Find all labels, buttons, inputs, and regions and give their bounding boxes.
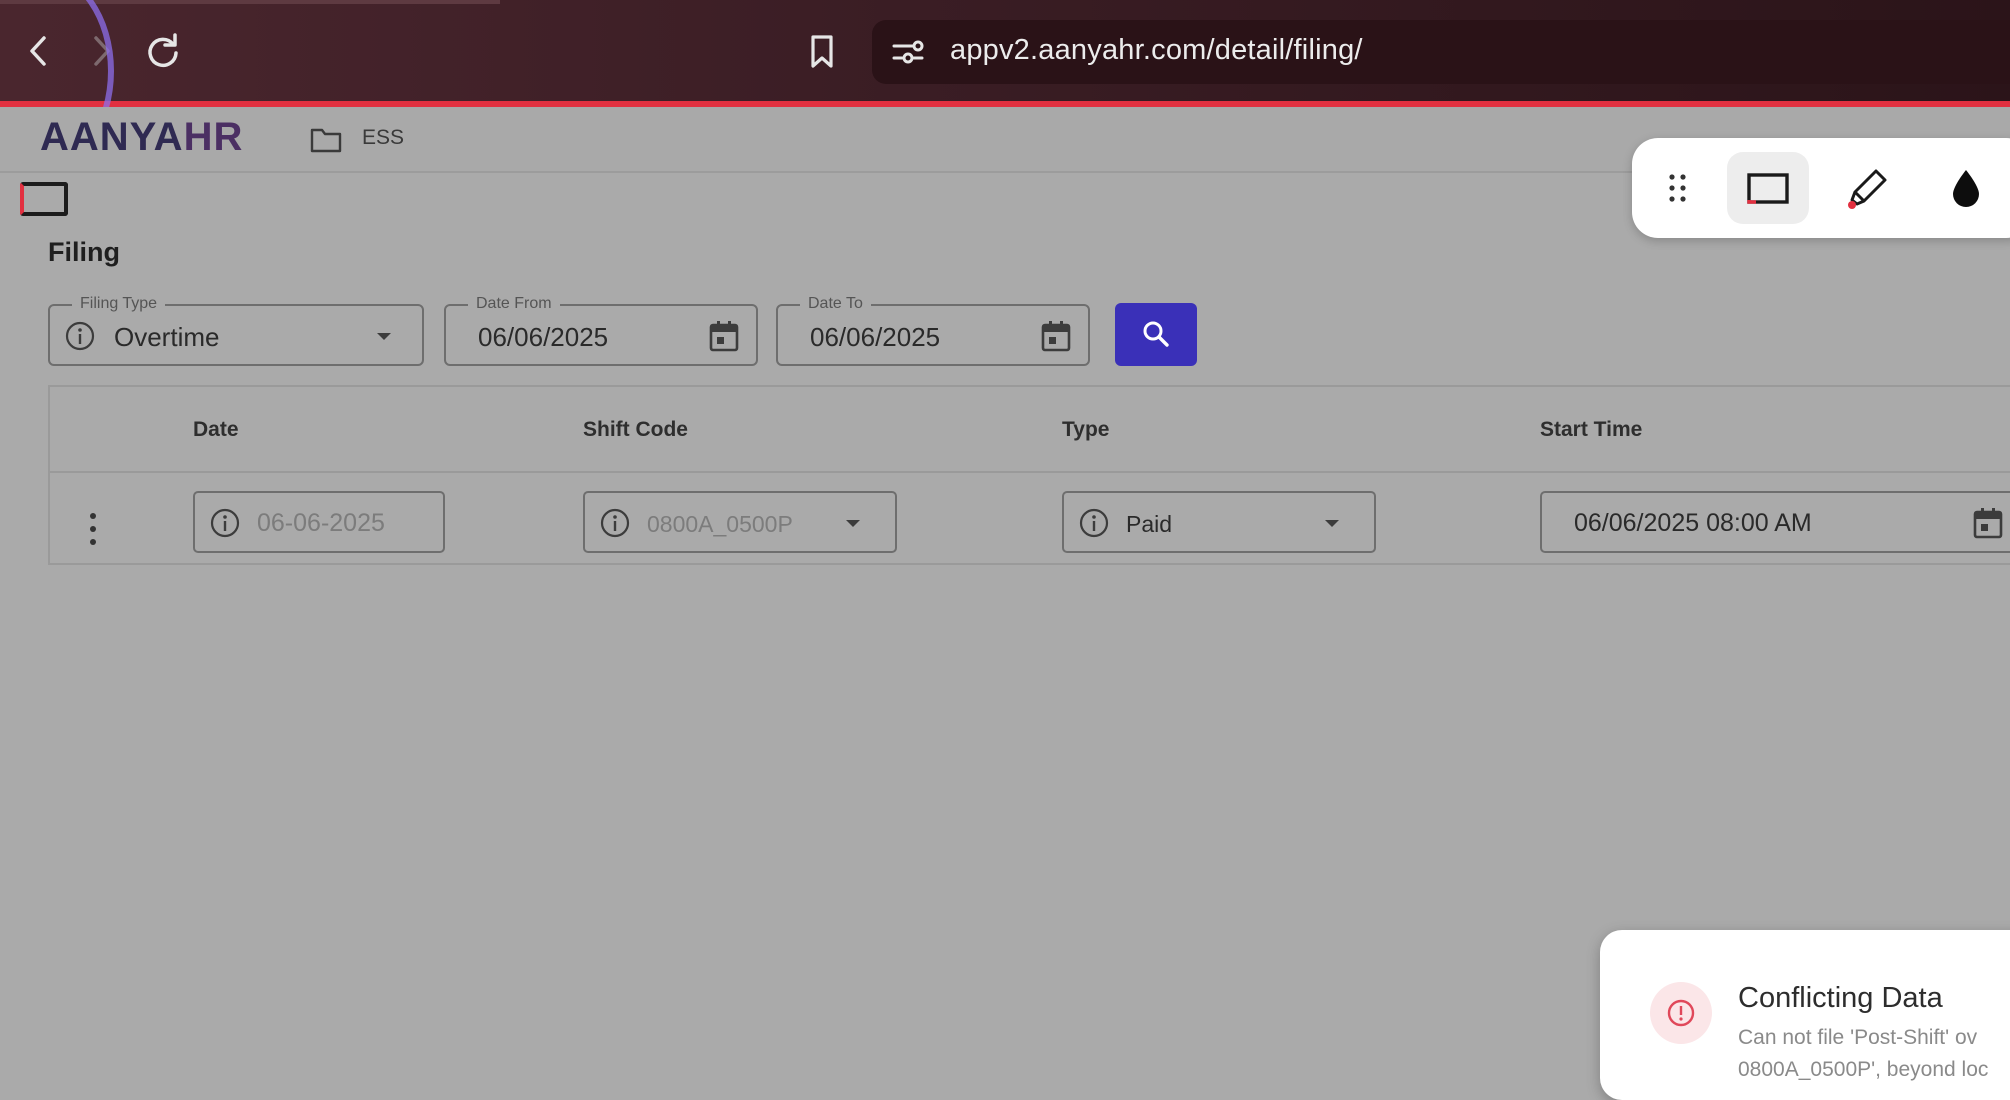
reload-button[interactable] [138, 26, 188, 76]
calendar-icon[interactable] [1972, 506, 2004, 540]
rectangle-icon [1747, 173, 1789, 204]
url-text[interactable]: appv2.aanyahr.com/detail/filing/ [950, 34, 1363, 67]
filing-table: Date Shift Code Type Start Time 06-06-20… [48, 385, 2010, 565]
row-date-field[interactable]: 06-06-2025 [193, 491, 445, 553]
back-button[interactable] [14, 26, 64, 76]
address-bar[interactable]: appv2.aanyahr.com/detail/filing/ [872, 20, 2010, 84]
toast-message-line: 0800A_0500P', beyond loc [1738, 1058, 1989, 1081]
logo-accent: HR [183, 115, 244, 159]
date-to-field[interactable]: Date To 06/06/2025 [776, 294, 1090, 366]
forward-button[interactable] [76, 26, 126, 76]
alert-icon [1650, 982, 1712, 1044]
rectangle-tool-button[interactable] [1727, 152, 1809, 224]
tab-strip [0, 0, 500, 4]
date-from-label: Date From [468, 294, 560, 314]
row-type-value: Paid [1126, 511, 1173, 537]
info-icon [64, 320, 96, 352]
column-header-date: Date [193, 418, 239, 441]
search-button[interactable] [1115, 303, 1197, 366]
info-icon [1078, 507, 1110, 539]
filing-type-value: Overtime [114, 322, 220, 352]
breadcrumb-ess[interactable]: ESS [362, 126, 404, 150]
site-settings-icon[interactable] [888, 32, 928, 72]
toast-message-line: Can not file 'Post-Shift' ov [1738, 1026, 1978, 1049]
date-from-field[interactable]: Date From 06/06/2025 [444, 294, 758, 366]
row-start-time-field[interactable]: 06/06/2025 08:00 AM [1540, 491, 2010, 553]
reload-icon [148, 33, 178, 68]
info-icon [599, 507, 631, 539]
table-header: Date Shift Code Type Start Time [50, 387, 2010, 473]
folder-icon [310, 128, 342, 153]
row-type-select[interactable]: Paid [1062, 491, 1376, 553]
column-header-type: Type [1062, 418, 1110, 441]
caret-down-icon [372, 324, 396, 348]
date-to-value: 06/06/2025 [810, 322, 941, 352]
caret-down-icon [841, 511, 865, 535]
ink-drop-icon [1953, 170, 1979, 207]
caret-down-icon [1320, 511, 1344, 535]
chevron-left-icon [30, 36, 46, 66]
search-icon [1143, 321, 1169, 347]
row-shift-code-value: 0800A_0500P [647, 511, 793, 537]
browser-toolbar: appv2.aanyahr.com/detail/filing/ [0, 0, 2010, 107]
app-logo[interactable]: AANYAHR [40, 115, 243, 160]
column-header-shift-code: Shift Code [583, 418, 688, 441]
row-actions-button[interactable] [86, 509, 100, 549]
drag-handle[interactable] [1637, 152, 1719, 224]
calendar-icon[interactable] [708, 319, 740, 353]
row-shift-code-select[interactable]: 0800A_0500P [583, 491, 897, 553]
row-start-time-value: 06/06/2025 08:00 AM [1574, 509, 1812, 537]
filing-type-select[interactable]: Filing Type Overtime [48, 294, 424, 366]
row-date-value: 06-06-2025 [257, 509, 385, 537]
date-to-label: Date To [800, 294, 871, 314]
error-toast: Conflicting Data Can not file 'Post-Shif… [1600, 930, 2010, 1100]
more-vertical-icon [90, 513, 96, 545]
highlighter-icon [1848, 169, 1887, 209]
info-icon [209, 507, 241, 539]
filing-type-label: Filing Type [72, 294, 166, 314]
logo-main: AANYA [40, 115, 184, 159]
calendar-icon[interactable] [1040, 319, 1072, 353]
sidebar-toggle-button[interactable] [20, 182, 68, 216]
chevron-right-icon [94, 36, 110, 66]
color-tool-button[interactable] [1925, 152, 2007, 224]
toast-title: Conflicting Data [1738, 982, 1943, 1014]
bookmark-icon [811, 35, 833, 68]
date-from-value: 06/06/2025 [478, 322, 609, 352]
column-header-start-time: Start Time [1540, 418, 1643, 441]
bookmark-button[interactable] [797, 26, 847, 76]
page-title: Filing [48, 237, 120, 267]
drag-handle-icon [1669, 174, 1686, 202]
highlighter-tool-button[interactable] [1827, 152, 1909, 224]
